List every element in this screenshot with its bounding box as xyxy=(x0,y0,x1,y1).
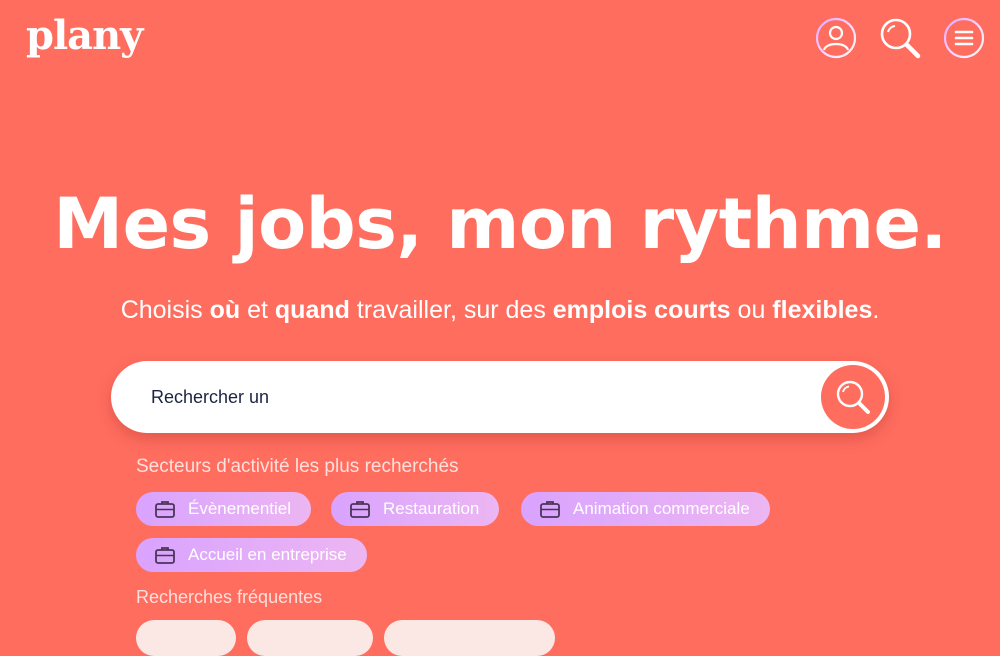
user-icon xyxy=(815,17,857,59)
search-icon xyxy=(836,380,870,414)
subtitle-emphasis: où xyxy=(209,296,241,324)
subtitle-text: et xyxy=(240,296,275,324)
subtitle-text: Choisis xyxy=(120,296,210,324)
frequent-search-chip[interactable] xyxy=(136,620,236,656)
chip-label: Accueil en entreprise xyxy=(188,545,347,564)
subtitle-text: ou xyxy=(730,296,773,324)
sector-chip-animation-commerciale[interactable]: Animation commerciale xyxy=(521,492,770,526)
subtitle-text: travailler, sur des xyxy=(349,296,553,324)
chip-label: Évènementiel xyxy=(188,499,292,518)
search-icon xyxy=(880,18,921,59)
job-search-bar xyxy=(111,361,889,433)
subtitle-emphasis: quand xyxy=(274,296,350,324)
subtitle-text: . xyxy=(872,296,880,324)
briefcase-icon xyxy=(154,499,176,519)
search-submit-button[interactable] xyxy=(821,365,885,429)
menu-icon xyxy=(943,17,985,59)
subtitle-emphasis: emplois courts xyxy=(552,296,731,324)
hero-title: Mes jobs, mon rythme. xyxy=(53,183,947,265)
briefcase-icon xyxy=(539,499,561,519)
sector-chip-restauration[interactable]: Restauration xyxy=(331,492,500,526)
chip-label: Restauration xyxy=(383,499,480,518)
header-actions xyxy=(814,16,986,60)
chip-label: Animation commerciale xyxy=(573,499,750,518)
briefcase-icon xyxy=(154,545,176,565)
briefcase-icon xyxy=(349,499,371,519)
menu-button[interactable] xyxy=(942,16,986,60)
subtitle-emphasis: flexibles xyxy=(772,296,873,324)
frequent-search-chip[interactable] xyxy=(384,620,555,656)
brand-logo[interactable]: plany xyxy=(26,10,143,62)
sector-chip-accueil-entreprise[interactable]: Accueil en entreprise xyxy=(136,538,367,572)
job-search-input[interactable] xyxy=(151,379,811,415)
header-search-button[interactable] xyxy=(878,16,922,60)
frequent-searches-label: Recherches fréquentes xyxy=(136,587,323,607)
account-button[interactable] xyxy=(814,16,858,60)
sectors-label: Secteurs d'activité les plus recherchés xyxy=(136,456,459,477)
hero-subtitle: Choisis où et quand travailler, sur des … xyxy=(0,294,1000,326)
sector-chip-evenementiel[interactable]: Évènementiel xyxy=(136,492,312,526)
frequent-search-chip[interactable] xyxy=(247,620,373,656)
